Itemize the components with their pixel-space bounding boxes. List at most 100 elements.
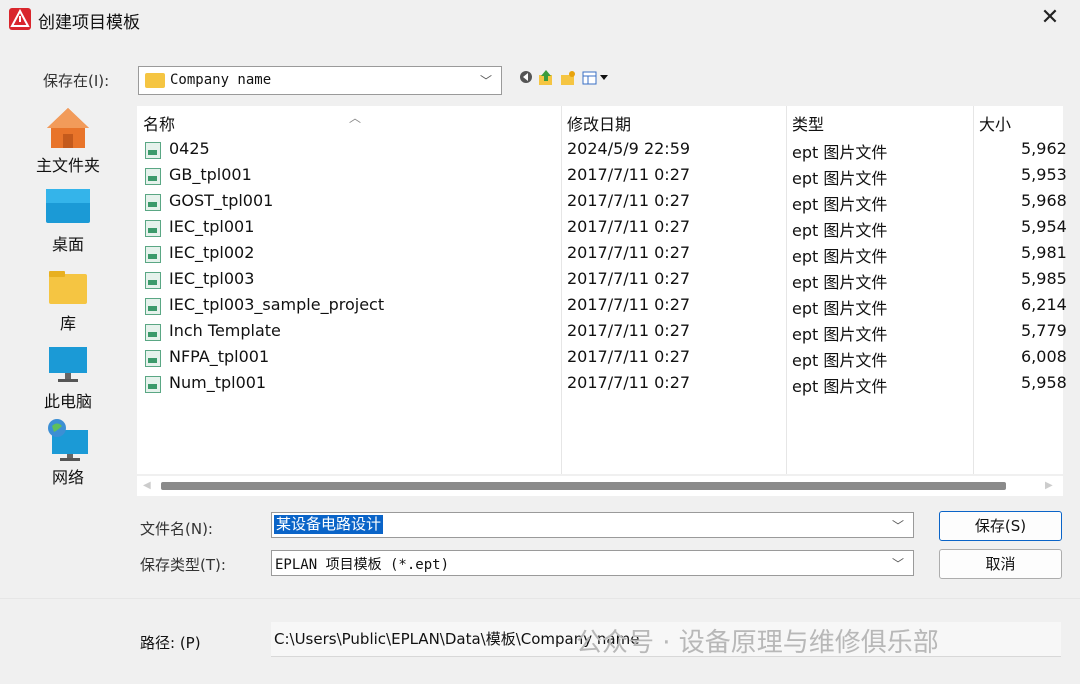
place-computer[interactable]: 此电脑 <box>6 346 130 411</box>
place-home-label: 主文件夹 <box>35 156 100 175</box>
file-type: ept 图片文件 <box>792 325 888 344</box>
file-date: 2017/7/11 0:27 <box>567 217 691 236</box>
watermark-text: 公众号 · 设备原理与维修俱乐部 <box>576 628 939 658</box>
eplan-app-icon <box>9 8 31 30</box>
file-size: 6,008 <box>1021 347 1067 366</box>
column-header-size[interactable]: 大小 <box>979 111 1011 135</box>
filetype-value: EPLAN 项目模板 (*.ept) <box>275 557 450 573</box>
file-name: GB_tpl001 <box>169 165 252 184</box>
path-label: 路径: (P) <box>140 634 201 652</box>
file-row[interactable]: Num_tpl001 2017/7/11 0:27 ept 图片文件 5,958 <box>137 370 1067 396</box>
file-size: 5,985 <box>1021 269 1067 288</box>
file-name: IEC_tpl002 <box>169 243 255 262</box>
file-date: 2017/7/11 0:27 <box>567 165 691 184</box>
file-size: 5,954 <box>1021 217 1067 236</box>
file-date: 2017/7/11 0:27 <box>567 321 691 340</box>
column-header-date[interactable]: 修改日期 <box>567 111 631 135</box>
filetype-dropdown[interactable]: EPLAN 项目模板 (*.ept) ﹀ <box>271 550 914 576</box>
place-library-label: 库 <box>59 314 76 333</box>
file-row[interactable]: IEC_tpl003_sample_project 2017/7/11 0:27 e… <box>137 292 1067 318</box>
file-type: ept 图片文件 <box>792 221 888 240</box>
chevron-down-icon: ﹀ <box>892 557 905 571</box>
ept-file-icon <box>145 298 161 315</box>
chevron-down-icon: ﹀ <box>480 74 493 88</box>
filename-input[interactable]: 某设备电路设计 ﹀ <box>271 512 914 538</box>
file-row[interactable]: NFPA_tpl001 2017/7/11 0:27 ept 图片文件 6,008 <box>137 344 1067 370</box>
file-date: 2017/7/11 0:27 <box>567 347 691 366</box>
ept-file-icon <box>145 142 161 159</box>
ept-file-icon <box>145 194 161 211</box>
filename-label: 文件名(N): <box>140 520 213 538</box>
file-name: 0425 <box>169 139 210 158</box>
back-icon[interactable] <box>518 70 534 86</box>
ept-file-icon <box>145 246 161 263</box>
file-date: 2017/7/11 0:27 <box>567 373 691 392</box>
file-type: ept 图片文件 <box>792 169 888 188</box>
file-name: Inch Template <box>169 321 281 340</box>
file-date: 2024/5/9 22:59 <box>567 139 691 158</box>
network-icon <box>48 419 88 461</box>
horizontal-scrollbar[interactable]: ◀ ▶ <box>137 476 1063 496</box>
place-library[interactable]: 库 <box>6 270 130 333</box>
place-desktop[interactable]: 桌面 <box>6 188 130 258</box>
file-name: NFPA_tpl001 <box>169 347 270 366</box>
ept-file-icon <box>145 376 161 393</box>
file-size: 6,214 <box>1021 295 1067 314</box>
filename-value: 某设备电路设计 <box>274 515 384 534</box>
file-size: 5,779 <box>1021 321 1067 340</box>
save-button[interactable]: 保存(S) <box>939 511 1062 541</box>
column-header-name[interactable]: 名称 ︿ <box>143 111 361 135</box>
ept-file-icon <box>145 324 161 341</box>
ept-file-icon <box>145 220 161 237</box>
file-size: 5,968 <box>1021 191 1067 210</box>
ept-file-icon <box>145 168 161 185</box>
file-list[interactable]: 名称 ︿ 修改日期 类型 大小 0425 2024/5/9 22:59 ept 图片文… <box>137 106 1067 474</box>
scrollbar-thumb[interactable] <box>161 482 1006 490</box>
file-type: ept 图片文件 <box>792 273 888 292</box>
file-size: 5,962 <box>1021 139 1067 158</box>
file-row[interactable]: GOST_tpl001 2017/7/11 0:27 ept 图片文件 5,968 <box>137 188 1067 214</box>
file-name: IEC_tpl001 <box>169 217 255 236</box>
save-in-dropdown[interactable]: Company name ﹀ <box>138 66 502 95</box>
scroll-left-icon[interactable]: ◀ <box>143 480 151 491</box>
view-menu-icon[interactable] <box>582 70 612 86</box>
file-type: ept 图片文件 <box>792 195 888 214</box>
title-bar: 创建项目模板 ✕ <box>0 0 1080 38</box>
filetype-label: 保存类型(T): <box>140 556 226 574</box>
file-size: 5,953 <box>1021 165 1067 184</box>
cancel-button[interactable]: 取消 <box>939 549 1062 579</box>
file-type: ept 图片文件 <box>792 351 888 370</box>
file-row[interactable]: IEC_tpl001 2017/7/11 0:27 ept 图片文件 5,954 <box>137 214 1067 240</box>
folder-icon <box>145 73 165 88</box>
close-button[interactable]: ✕ <box>1036 4 1064 32</box>
place-home[interactable]: 主文件夹 <box>6 106 130 176</box>
file-row[interactable]: GB_tpl001 2017/7/11 0:27 ept 图片文件 5,953 <box>137 162 1067 188</box>
scroll-right-icon[interactable]: ▶ <box>1045 480 1053 491</box>
file-date: 2017/7/11 0:27 <box>567 243 691 262</box>
window-title: 创建项目模板 <box>38 13 140 33</box>
file-row[interactable]: IEC_tpl003 2017/7/11 0:27 ept 图片文件 5,985 <box>137 266 1067 292</box>
sort-up-icon: ︿ <box>349 111 362 125</box>
computer-icon <box>49 347 87 382</box>
file-name: IEC_tpl003 <box>169 269 255 288</box>
place-network[interactable]: 网络 <box>6 418 130 487</box>
file-type: ept 图片文件 <box>792 299 888 318</box>
library-icon <box>49 271 87 304</box>
place-desktop-label: 桌面 <box>51 235 84 254</box>
ept-file-icon <box>145 350 161 367</box>
file-name: GOST_tpl001 <box>169 191 274 210</box>
file-name: IEC_tpl003_sample_project <box>169 295 385 314</box>
home-icon <box>47 108 89 148</box>
column-header-type[interactable]: 类型 <box>792 111 824 135</box>
chevron-down-icon[interactable]: ﹀ <box>892 517 904 534</box>
file-date: 2017/7/11 0:27 <box>567 269 691 288</box>
file-type: ept 图片文件 <box>792 143 888 162</box>
places-bar: 主文件夹 桌面 库 此电脑 网络 <box>6 100 130 600</box>
file-row[interactable]: 0425 2024/5/9 22:59 ept 图片文件 5,962 <box>137 136 1067 162</box>
file-row[interactable]: IEC_tpl002 2017/7/11 0:27 ept 图片文件 5,981 <box>137 240 1067 266</box>
file-row[interactable]: Inch Template 2017/7/11 0:27 ept 图片文件 5,779 <box>137 318 1067 344</box>
file-name: Num_tpl001 <box>169 373 267 392</box>
up-folder-icon[interactable] <box>538 70 554 86</box>
file-size: 5,958 <box>1021 373 1067 392</box>
new-folder-icon[interactable] <box>560 70 576 86</box>
